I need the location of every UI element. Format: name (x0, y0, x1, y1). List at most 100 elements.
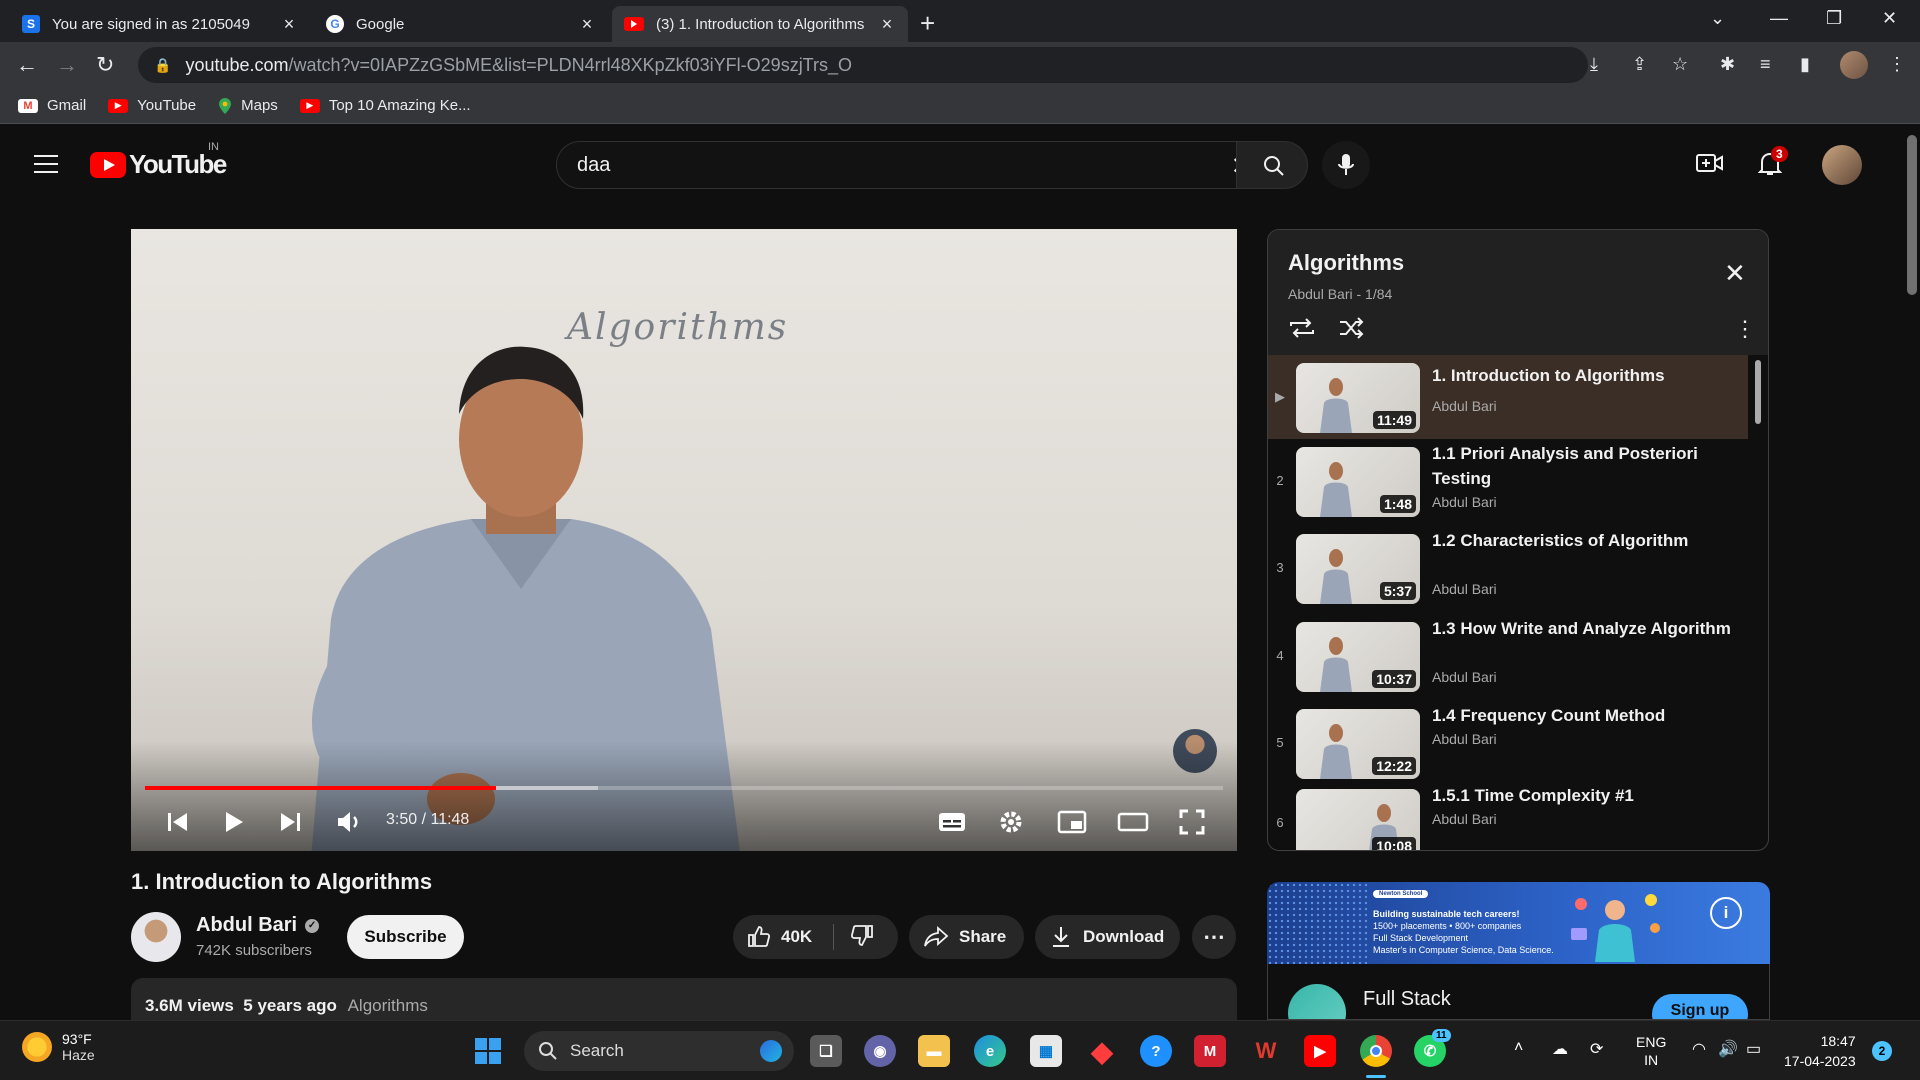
create-video-icon[interactable] (1696, 151, 1724, 175)
share-page-icon[interactable]: ⇪ (1632, 54, 1647, 75)
playlist-item[interactable]: 5 12:22 1.4 Frequency Count Method Abdul… (1268, 701, 1748, 785)
back-arrow-icon[interactable]: ← (16, 52, 38, 78)
dislike-button[interactable] (834, 923, 874, 952)
close-tab-icon[interactable]: × (878, 14, 896, 35)
playlist-item[interactable]: 3 5:37 1.2 Characteristics of Algorithm … (1268, 526, 1748, 610)
close-tab-icon[interactable]: × (280, 14, 298, 35)
wifi-icon[interactable]: ◠ (1692, 1039, 1706, 1059)
install-app-icon[interactable]: ⤓ (1590, 54, 1598, 75)
youtube-logo[interactable]: YouTube IN (90, 141, 227, 180)
ad-signup-button[interactable]: Sign up (1652, 994, 1748, 1019)
search-input[interactable]: daa ✕ (556, 141, 1266, 189)
settings-gear-icon[interactable] (998, 809, 1024, 835)
tab-search-chevron-icon[interactable]: ⌄ (1710, 8, 1725, 29)
channel-avatar[interactable] (131, 912, 181, 962)
bookmark-gmail[interactable]: M Gmail (18, 97, 86, 114)
new-tab-button[interactable]: + (920, 8, 935, 39)
playlist-item[interactable]: 6 10:08 1.5.1 Time Complexity #1 Abdul B… (1268, 781, 1748, 850)
profile-avatar[interactable] (1840, 51, 1868, 79)
video-player[interactable]: Algorithms 3:50 / 11:48 (131, 229, 1237, 851)
download-icon (1053, 927, 1069, 947)
lock-icon[interactable]: 🔒 (154, 57, 171, 74)
address-bar[interactable]: 🔒 youtube.com /watch?v=0IAPZzGSbME&list=… (138, 47, 1588, 83)
wps-office-icon[interactable]: W (1250, 1035, 1282, 1067)
ad-info-icon[interactable]: i (1710, 897, 1742, 929)
onedrive-cloud-icon[interactable]: ☁ (1552, 1039, 1568, 1059)
playlist-item[interactable]: ▶ 11:49 1. Introduction to Algorithms Ab… (1268, 355, 1748, 439)
voice-search-button[interactable] (1322, 141, 1370, 189)
like-button[interactable]: 40K (733, 925, 833, 949)
app-diamond-icon[interactable]: ◆ (1086, 1035, 1118, 1067)
language-indicator[interactable]: ENG IN (1636, 1033, 1666, 1069)
media-queue-icon[interactable]: ≡ (1760, 54, 1771, 75)
playlist-item[interactable]: 4 10:37 1.3 How Write and Analyze Algori… (1268, 614, 1748, 698)
ad-banner[interactable]: Newton School Building sustainable tech … (1267, 882, 1770, 964)
restore-button[interactable]: ❐ (1826, 8, 1842, 29)
theater-mode-icon[interactable] (1117, 809, 1149, 835)
app-help-icon[interactable]: ? (1140, 1035, 1172, 1067)
bing-icon[interactable] (760, 1040, 782, 1062)
bookmark-top10[interactable]: ▶ Top 10 Amazing Ke... (299, 97, 471, 114)
menu-hamburger-icon[interactable] (34, 155, 58, 173)
bookmark-youtube[interactable]: ▶ YouTube (108, 97, 196, 114)
reload-icon[interactable]: ↻ (96, 52, 114, 78)
account-avatar[interactable] (1822, 145, 1862, 185)
close-tab-icon[interactable]: × (578, 14, 596, 35)
side-panel-icon[interactable]: ▮ (1800, 54, 1810, 75)
task-view-icon[interactable]: ❏ (810, 1035, 842, 1067)
store-icon[interactable]: ▦ (1030, 1035, 1062, 1067)
ad-companion[interactable]: Full Stack Sign up (1267, 964, 1770, 1020)
close-window-button[interactable]: ✕ (1882, 8, 1897, 29)
edge-icon[interactable]: e (974, 1035, 1006, 1067)
playlist-scrollbar-thumb[interactable] (1755, 360, 1761, 424)
minimize-button[interactable]: — (1770, 8, 1788, 29)
bookmark-label: Gmail (47, 97, 87, 114)
extensions-puzzle-icon[interactable]: ✱ (1720, 54, 1735, 75)
playlist-tag-link[interactable]: Algorithms (348, 996, 428, 1015)
browser-menu-icon[interactable]: ⋮ (1888, 54, 1906, 75)
playlist-title[interactable]: Algorithms (1288, 250, 1404, 276)
bookmark-maps[interactable]: Maps (218, 97, 278, 114)
more-actions-button[interactable]: ⋯ (1192, 915, 1236, 959)
loop-playlist-icon[interactable] (1288, 316, 1316, 340)
close-playlist-icon[interactable]: ✕ (1724, 258, 1746, 289)
subtitles-icon[interactable] (937, 809, 967, 835)
playlist-more-icon[interactable]: ⋮ (1734, 316, 1756, 342)
tab-google[interactable]: G Google × (314, 6, 608, 42)
page-scrollbar[interactable] (1904, 125, 1920, 1020)
show-hidden-icons-chevron-icon[interactable]: ˄ (1514, 1039, 1523, 1057)
speaker-icon[interactable]: 🔊 (1718, 1039, 1738, 1059)
tab-youtube-active[interactable]: (3) 1. Introduction to Algorithms × (612, 6, 908, 42)
fullscreen-icon[interactable] (1179, 809, 1205, 835)
country-code: IN (208, 141, 219, 153)
bookmark-star-icon[interactable]: ☆ (1672, 54, 1688, 75)
share-button[interactable]: Share (909, 915, 1024, 959)
youtube-taskbar-icon[interactable]: ▶ (1304, 1035, 1336, 1067)
shuffle-playlist-icon[interactable] (1338, 316, 1366, 340)
system-clock[interactable]: 18:47 17-04-2023 (1784, 1031, 1856, 1071)
notification-center-badge[interactable]: 2 (1872, 1041, 1892, 1061)
mcafee-icon[interactable]: M (1194, 1035, 1226, 1067)
miniplayer-icon[interactable] (1057, 809, 1087, 835)
windows-start-icon[interactable] (472, 1035, 504, 1067)
subscribe-button[interactable]: Subscribe (347, 915, 464, 959)
progress-bar[interactable] (145, 786, 1223, 790)
play-icon[interactable] (221, 809, 247, 835)
next-icon[interactable] (277, 809, 303, 835)
forward-arrow-icon[interactable]: → (56, 52, 78, 78)
previous-icon[interactable] (165, 809, 191, 835)
download-button[interactable]: Download (1035, 915, 1180, 959)
playlist-item[interactable]: 2 1:48 1.1 Priori Analysis and Posterior… (1268, 439, 1748, 523)
chrome-icon[interactable] (1360, 1035, 1392, 1067)
file-explorer-icon[interactable]: ▬ (918, 1035, 950, 1067)
teams-chat-icon[interactable]: ◉ (864, 1035, 896, 1067)
scrollbar-thumb[interactable] (1907, 135, 1917, 295)
channel-name[interactable]: Abdul Bari ✓ (196, 914, 320, 937)
battery-icon[interactable]: ▭ (1746, 1039, 1761, 1059)
search-button[interactable] (1236, 141, 1308, 189)
taskbar-search[interactable]: Search (524, 1031, 794, 1071)
volume-icon[interactable] (335, 809, 363, 835)
sync-icon[interactable]: ⟳ (1590, 1039, 1603, 1059)
weather-widget[interactable]: 93°F Haze (22, 1031, 95, 1063)
tab-signed-in[interactable]: S You are signed in as 2105049 × (10, 6, 310, 42)
